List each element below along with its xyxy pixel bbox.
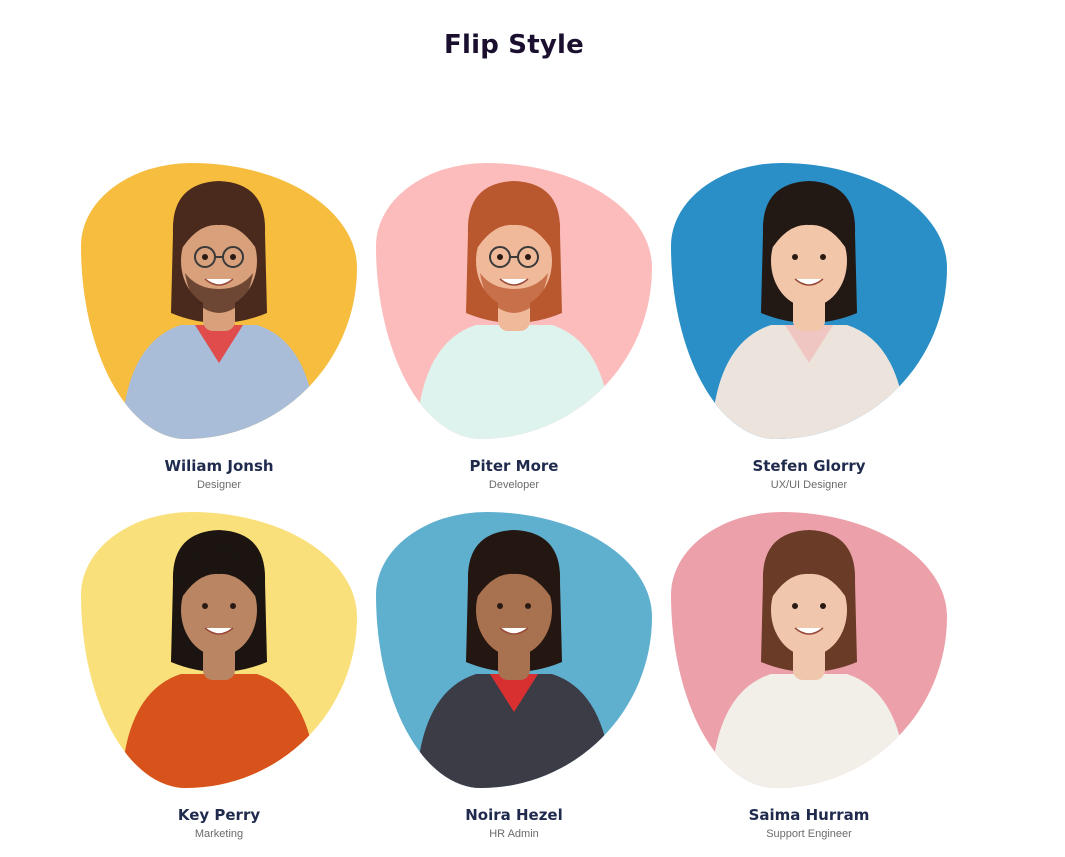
eye	[202, 603, 208, 609]
member-name: Saima Hurram	[748, 806, 870, 824]
portrait-illustration	[376, 512, 652, 788]
eye	[497, 254, 503, 260]
eye	[230, 254, 236, 260]
member-role: UX/UI Designer	[770, 479, 848, 491]
eye	[792, 603, 798, 609]
portrait-illustration	[81, 512, 357, 788]
portrait-illustration	[671, 512, 947, 788]
team-card[interactable]: Saima Hurram Support Engineer	[671, 512, 947, 841]
member-photo	[671, 512, 947, 788]
team-card[interactable]: Wiliam Jonsh Designer	[81, 163, 357, 492]
team-card[interactable]: Noira Hezel HR Admin	[376, 512, 652, 841]
team-card[interactable]: Key Perry Marketing	[81, 512, 357, 841]
eye	[525, 603, 531, 609]
member-name: Stefen Glorry	[752, 457, 866, 475]
member-role: HR Admin	[489, 828, 539, 840]
member-photo	[81, 512, 357, 788]
eye	[820, 254, 826, 260]
member-name: Wiliam Jonsh	[164, 457, 274, 475]
member-name: Piter More	[469, 457, 559, 475]
team-card[interactable]: Stefen Glorry UX/UI Designer	[671, 163, 947, 492]
eye	[497, 603, 503, 609]
eye	[792, 254, 798, 260]
member-name: Noira Hezel	[465, 806, 563, 824]
team-card[interactable]: Piter More Developer	[376, 163, 652, 492]
member-role: Support Engineer	[766, 828, 852, 840]
portrait-illustration	[671, 163, 947, 439]
member-name: Key Perry	[177, 806, 261, 824]
member-photo	[81, 163, 357, 439]
portrait-illustration	[376, 163, 652, 439]
member-role: Marketing	[194, 828, 244, 840]
eye	[230, 603, 236, 609]
eye	[202, 254, 208, 260]
eye	[820, 603, 826, 609]
portrait-illustration	[81, 163, 357, 439]
member-photo	[376, 163, 652, 439]
member-role: Designer	[196, 479, 242, 491]
eye	[525, 254, 531, 260]
page-title: Flip Style	[444, 30, 584, 60]
member-role: Developer	[488, 479, 540, 491]
member-photo	[671, 163, 947, 439]
member-photo	[376, 512, 652, 788]
